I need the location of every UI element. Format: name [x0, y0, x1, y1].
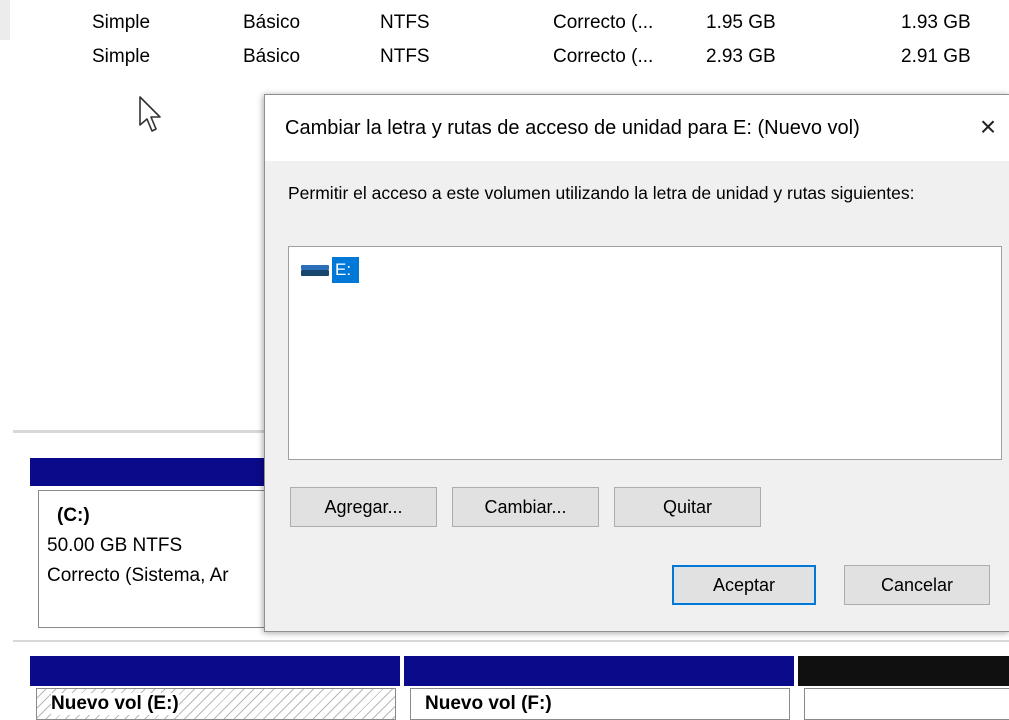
- cell-status: Correcto (...: [553, 46, 654, 67]
- disk-header-bar: [30, 458, 270, 486]
- dialog-titlebar[interactable]: Cambiar la letra y rutas de acceso de un…: [265, 95, 1009, 161]
- cell-free: 1.93 GB: [901, 12, 971, 33]
- drive-icon: [301, 262, 329, 278]
- partition-size: 50.00 GB NTFS: [47, 535, 183, 556]
- cancel-button[interactable]: Cancelar: [844, 565, 990, 605]
- cell-fs: NTFS: [380, 46, 430, 67]
- partition-f[interactable]: Nuevo vol (F:): [410, 688, 790, 720]
- partition-e[interactable]: Nuevo vol (E:): [36, 688, 396, 720]
- dialog-description: Permitir el acceso a este volumen utiliz…: [288, 183, 915, 203]
- partition-header-bar: [30, 656, 400, 686]
- disk-map-separator: [13, 640, 1009, 642]
- cell-type: Básico: [243, 12, 301, 33]
- cell-free: 2.91 GB: [901, 46, 971, 67]
- change-button[interactable]: Cambiar...: [452, 487, 599, 527]
- partition-header-bar: [404, 656, 794, 686]
- change-drive-letter-dialog: Cambiar la letra y rutas de acceso de un…: [264, 94, 1009, 632]
- partition-unallocated[interactable]: [804, 688, 1009, 720]
- cell-fs: NTFS: [380, 12, 430, 33]
- close-button[interactable]: ×: [966, 105, 1009, 149]
- cell-status: Correcto (...: [553, 12, 654, 33]
- cell-type: Básico: [243, 46, 301, 67]
- list-item[interactable]: E:: [301, 256, 360, 284]
- partition-name: (C:): [57, 505, 90, 526]
- volume-row[interactable]: Simple Básico NTFS Correcto (... 1.95 GB…: [0, 6, 1009, 40]
- cell-layout: Simple: [92, 46, 151, 67]
- partition-label: Nuevo vol (E:): [51, 693, 179, 715]
- partition-c[interactable]: (C:) 50.00 GB NTFS Correcto (Sistema, Ar: [38, 490, 271, 628]
- list-item-label: E:: [332, 257, 360, 283]
- volume-row[interactable]: Simple Básico NTFS Correcto (... 2.93 GB…: [0, 40, 1009, 74]
- remove-button[interactable]: Quitar: [614, 487, 761, 527]
- cell-layout: Simple: [92, 12, 151, 33]
- partition-status: Correcto (Sistema, Ar: [47, 565, 229, 586]
- drive-path-list[interactable]: E:: [288, 246, 1002, 460]
- partition-label: Nuevo vol (F:): [425, 693, 552, 715]
- unallocated-header-bar: [798, 656, 1009, 686]
- add-button[interactable]: Agregar...: [290, 487, 437, 527]
- mouse-pointer-icon: [139, 96, 161, 132]
- cell-capacity: 1.95 GB: [706, 12, 776, 33]
- cell-capacity: 2.93 GB: [706, 46, 776, 67]
- ok-button[interactable]: Aceptar: [672, 565, 816, 605]
- dialog-title: Cambiar la letra y rutas de acceso de un…: [285, 117, 860, 139]
- close-icon: ×: [979, 111, 997, 142]
